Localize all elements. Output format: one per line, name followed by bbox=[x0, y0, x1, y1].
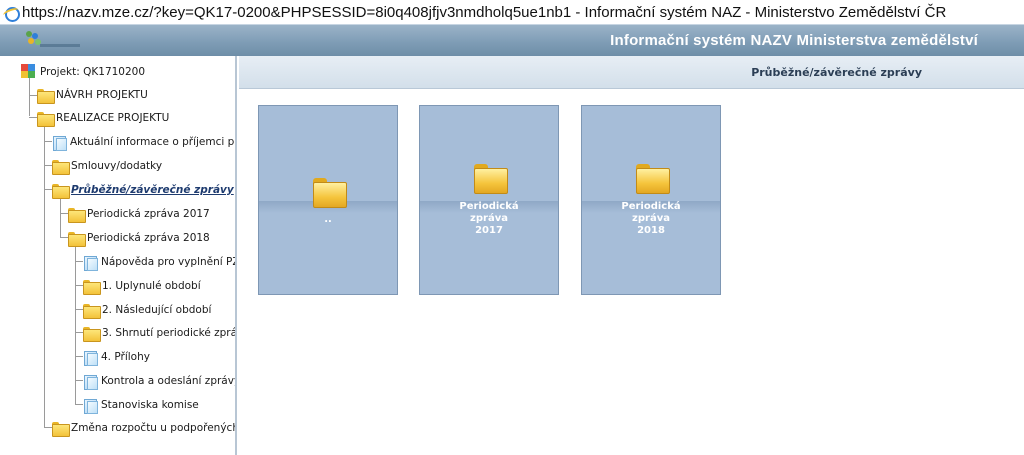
nazv-logo-icon[interactable] bbox=[26, 29, 82, 53]
tree-item-label: 2. Následující období bbox=[102, 304, 212, 316]
tree-item-uplynule-obdobi[interactable]: 1. Uplynulé období bbox=[83, 277, 201, 295]
folder-icon bbox=[52, 421, 70, 437]
project-tree: Projekt: QK1710200 NÁVRH PROJEKTU REALIZ… bbox=[0, 56, 237, 455]
tree-item-stanoviska-komise[interactable]: Stanoviska komise bbox=[83, 396, 199, 414]
folder-icon bbox=[636, 164, 670, 194]
tile-label-line3: 2018 bbox=[637, 225, 665, 236]
tree-item-nasledujici-obdobi[interactable]: 2. Následující období bbox=[83, 301, 211, 319]
document-icon bbox=[83, 398, 98, 414]
tree-item-prubezne-zaverecne-zpravy[interactable]: Průběžné/závěrečné zprávy bbox=[52, 181, 234, 199]
content-header-bar: Průběžné/závěrečné zprávy bbox=[239, 56, 1024, 89]
browser-title-bar: https://nazv.mze.cz/?key=QK17-0200&PHPSE… bbox=[0, 0, 1024, 24]
tree-item-label: Periodická zpráva 2017 bbox=[87, 208, 210, 220]
tile-label-line3: 2017 bbox=[475, 225, 503, 236]
document-icon bbox=[83, 350, 98, 366]
tree-item-label: 4. Přílohy bbox=[101, 351, 150, 363]
tile-label-line1: Periodická bbox=[459, 201, 519, 212]
document-icon bbox=[83, 255, 98, 271]
tree-item-label: Změna rozpočtu u podpořených p bbox=[71, 422, 237, 434]
tree-item-label: NÁVRH PROJEKTU bbox=[56, 89, 148, 101]
tree-item-periodicka-zprava-2018[interactable]: Periodická zpráva 2018 bbox=[68, 229, 210, 247]
tree-item-smlouvy-dodatky[interactable]: Smlouvy/dodatky bbox=[52, 157, 162, 175]
tile-label: .. bbox=[324, 214, 332, 225]
tree-root-label: Projekt: QK1710200 bbox=[40, 66, 146, 78]
tree-item-kontrola-odeslani[interactable]: Kontrola a odeslání zprávy bbox=[83, 372, 237, 390]
folder-icon bbox=[37, 111, 55, 127]
tree-item-prilohy[interactable]: 4. Přílohy bbox=[83, 348, 150, 366]
tile-label-line1: Periodická bbox=[621, 201, 681, 212]
tile-label-line2: zpráva bbox=[632, 213, 670, 224]
window-title: https://nazv.mze.cz/?key=QK17-0200&PHPSE… bbox=[22, 3, 947, 21]
tree-item-navrh-projektu[interactable]: NÁVRH PROJEKTU bbox=[37, 86, 148, 104]
tile-label-line2: zpráva bbox=[470, 213, 508, 224]
folder-icon bbox=[52, 183, 70, 199]
tree-item-label: Smlouvy/dodatky bbox=[71, 160, 163, 172]
tree-item-label: Kontrola a odeslání zprávy bbox=[101, 375, 237, 387]
tile-periodicka-zprava-2017[interactable]: Periodická zpráva 2017 bbox=[419, 105, 559, 295]
tree-item-realizace-projektu[interactable]: REALIZACE PROJEKTU bbox=[37, 109, 169, 127]
project-cube-icon bbox=[21, 64, 37, 80]
breadcrumb: Průběžné/závěrečné zprávy bbox=[751, 66, 922, 79]
tile-parent-folder[interactable]: .. bbox=[258, 105, 398, 295]
tree-item-label: Periodická zpráva 2018 bbox=[87, 232, 210, 244]
internet-explorer-icon bbox=[4, 5, 20, 22]
document-icon bbox=[52, 135, 67, 151]
tree-item-label: 3. Shrnutí periodické zpráv bbox=[102, 327, 237, 339]
folder-icon bbox=[83, 303, 101, 319]
tree-item-aktualni-informace[interactable]: Aktuální informace o příjemci pod bbox=[52, 133, 237, 151]
tree-item-label-selected: Průběžné/závěrečné zprávy bbox=[71, 184, 234, 196]
tree-item-periodicka-zprava-2017[interactable]: Periodická zpráva 2017 bbox=[68, 205, 210, 223]
tree-item-napoveda[interactable]: Nápověda pro vyplnění PZ/ bbox=[83, 253, 237, 271]
folder-icon bbox=[37, 88, 55, 104]
folder-icon bbox=[52, 159, 70, 175]
tree-item-label: REALIZACE PROJEKTU bbox=[56, 112, 170, 124]
tree-item-label: Stanoviska komise bbox=[101, 399, 199, 411]
folder-icon bbox=[83, 326, 101, 342]
tree-item-label: 1. Uplynulé období bbox=[102, 280, 201, 292]
folder-icon bbox=[313, 178, 347, 208]
folder-icon bbox=[83, 279, 101, 295]
content-area: Průběžné/závěrečné zprávy .. Periodická … bbox=[239, 56, 1024, 455]
tree-item-zmena-rozpoctu[interactable]: Změna rozpočtu u podpořených p bbox=[52, 419, 237, 437]
folder-icon bbox=[474, 164, 508, 194]
folder-icon bbox=[68, 231, 86, 247]
app-header: Informační systém NAZV Ministerstva země… bbox=[0, 24, 1024, 56]
tree-item-label: Nápověda pro vyplnění PZ/ bbox=[101, 256, 237, 268]
tree-root-project[interactable]: Projekt: QK1710200 bbox=[21, 63, 145, 81]
tree-item-shrnuti[interactable]: 3. Shrnutí periodické zpráv bbox=[83, 324, 237, 342]
app-title: Informační systém NAZV Ministerstva země… bbox=[610, 32, 978, 49]
tile-periodicka-zprava-2018[interactable]: Periodická zpráva 2018 bbox=[581, 105, 721, 295]
document-icon bbox=[83, 374, 98, 390]
folder-icon bbox=[68, 207, 86, 223]
tree-item-label: Aktuální informace o příjemci pod bbox=[70, 136, 237, 148]
